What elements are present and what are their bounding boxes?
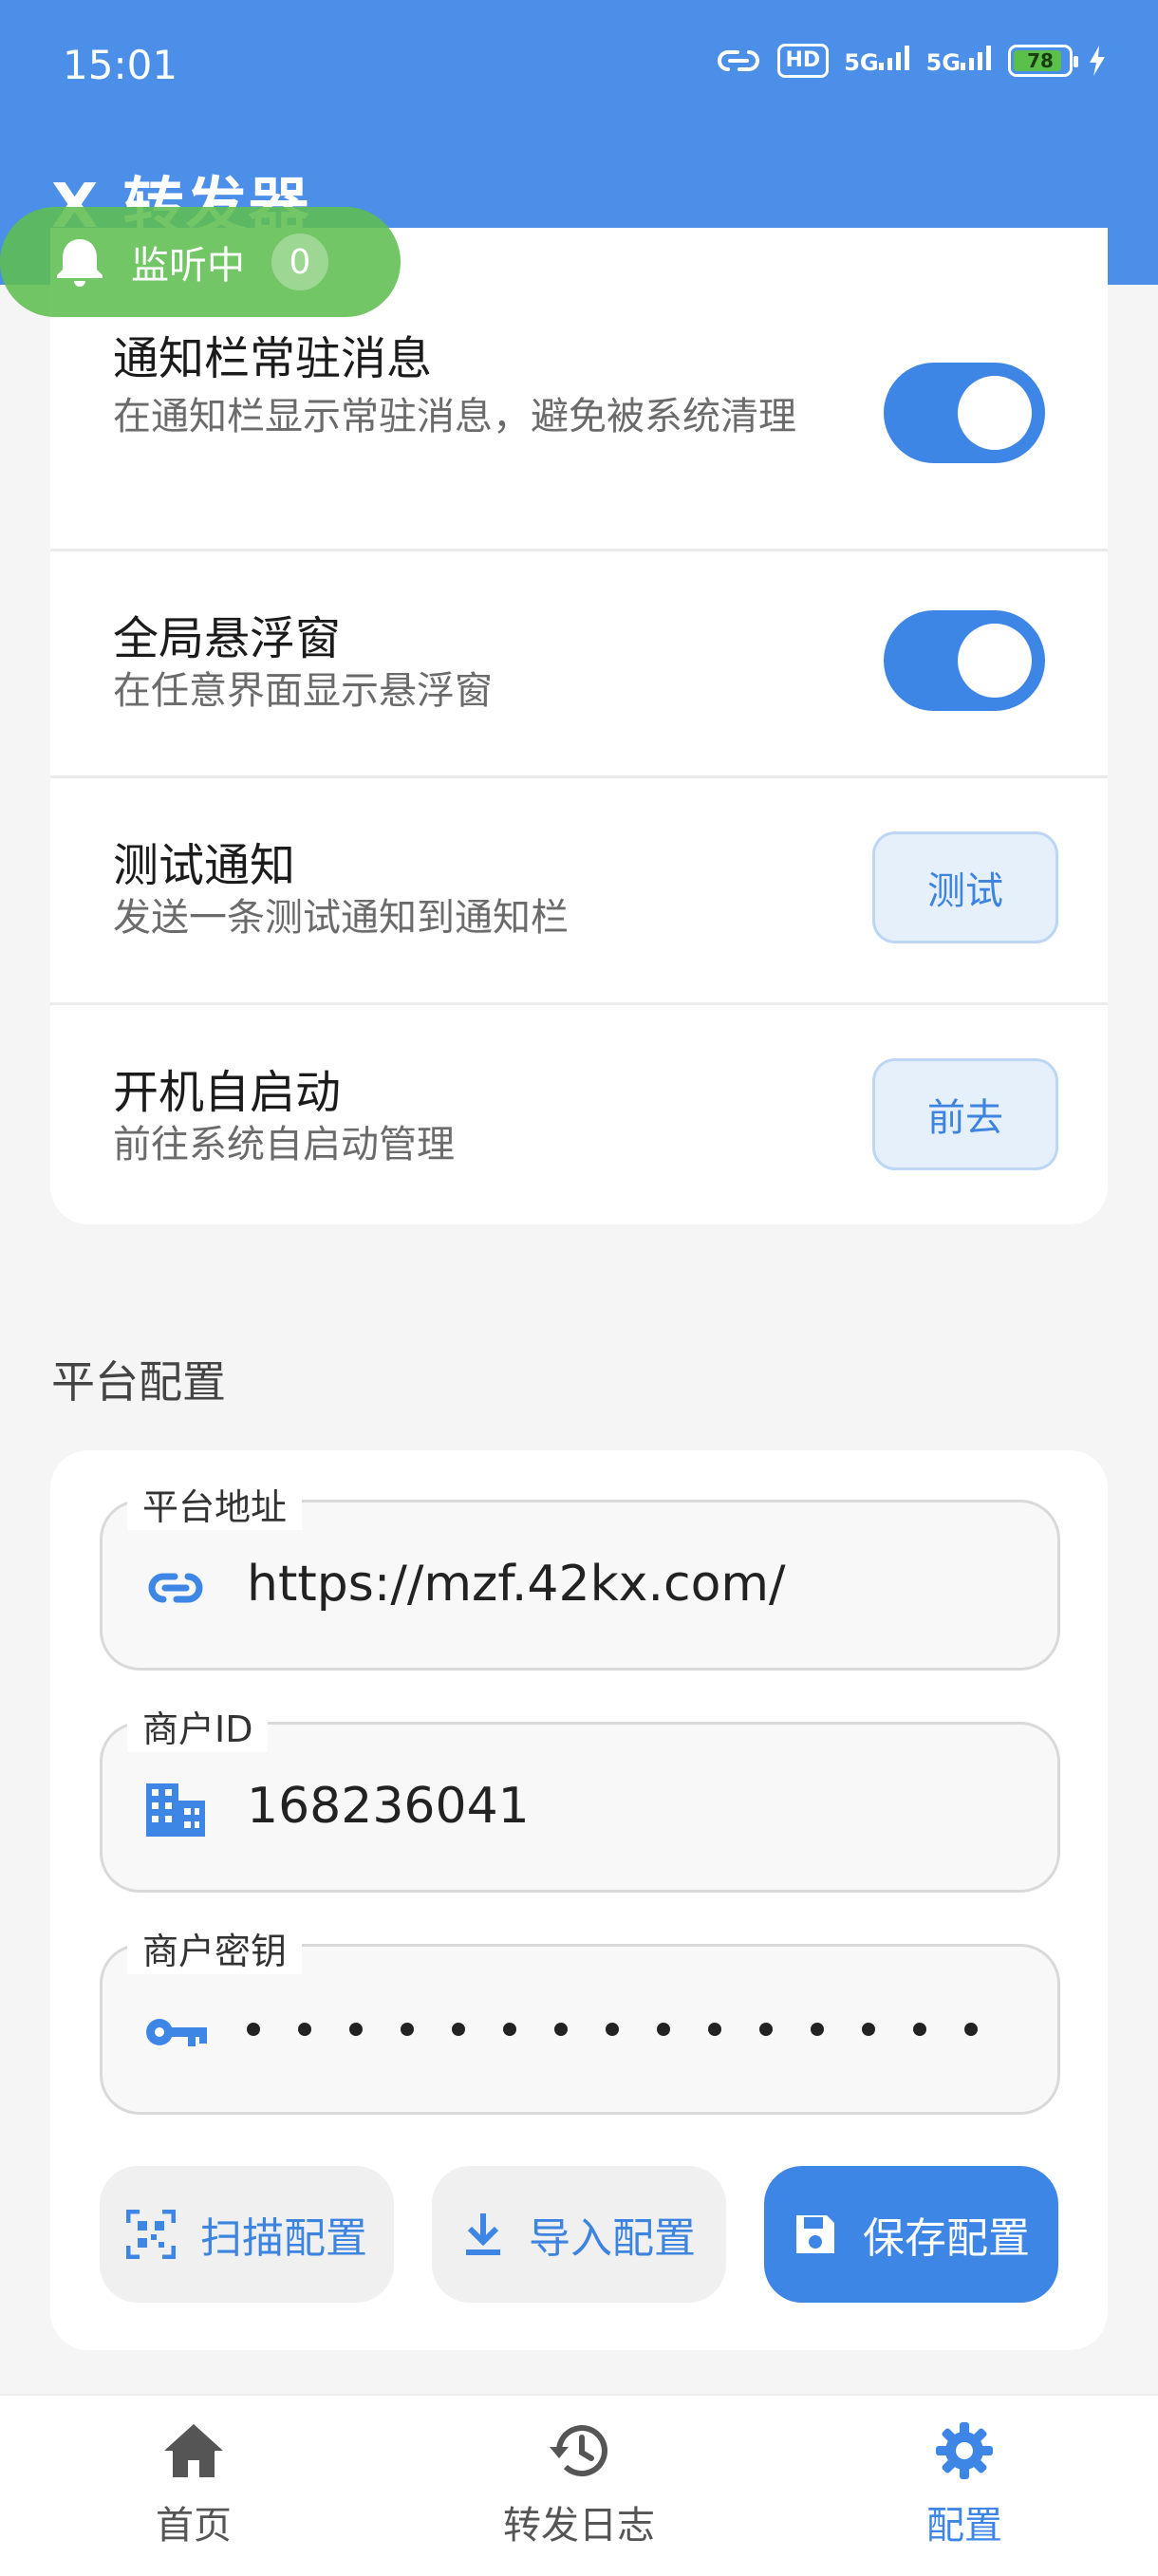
setting-row-autostart: 开机自启动 前往系统自启动管理 前去	[50, 1005, 1108, 1224]
setting-title: 测试通知	[113, 839, 296, 892]
platform-url-field[interactable]: 平台地址 https://mzf.42kx.com/	[100, 1478, 1060, 1671]
link-icon	[148, 1573, 203, 1603]
nav-config[interactable]: 配置	[822, 2420, 1107, 2549]
floating-window-toggle[interactable]	[884, 610, 1045, 711]
key-icon	[146, 2019, 207, 2046]
battery-indicator: 78	[1008, 45, 1078, 77]
setting-row-floating-window: 全局悬浮窗 在任意界面显示悬浮窗	[50, 551, 1108, 775]
merchant-id-field[interactable]: 商户ID 168236041	[100, 1700, 1060, 1893]
gear-icon	[936, 2422, 993, 2479]
scan-config-button[interactable]: 扫描配置	[100, 2166, 394, 2303]
field-label: 商户ID	[127, 1700, 269, 1752]
setting-desc: 前往系统自启动管理	[113, 1123, 455, 1167]
merchant-id-value: 168236041	[247, 1778, 530, 1835]
nav-forward-log[interactable]: 转发日志	[437, 2420, 721, 2549]
platform-config-card: 平台地址 https://mzf.42kx.com/ 商户ID 16823604…	[50, 1450, 1108, 2350]
scan-config-label: 扫描配置	[200, 2214, 367, 2263]
download-icon	[466, 2213, 500, 2255]
listening-label: 监听中	[131, 244, 245, 288]
mask-dot	[401, 2023, 414, 2036]
mask-dot	[503, 2023, 516, 2036]
bell-icon	[57, 239, 103, 287]
bottom-navigation: 首页 转发日志 配置	[0, 2394, 1158, 2576]
nav-label: 首页	[156, 2504, 232, 2548]
merchant-key-masked	[247, 2004, 978, 2036]
listening-count-badge: 0	[271, 233, 328, 290]
save-icon	[796, 2215, 834, 2253]
status-time: 15:01	[63, 42, 178, 88]
signal-bars-icon	[961, 46, 991, 70]
history-icon	[550, 2425, 607, 2477]
mask-dot	[452, 2023, 465, 2036]
import-config-button[interactable]: 导入配置	[432, 2166, 726, 2303]
mask-dot	[298, 2023, 311, 2036]
setting-row-test-notification: 测试通知 发送一条测试通知到通知栏 测试	[50, 778, 1108, 1002]
field-label: 平台地址	[127, 1478, 303, 1530]
section-title-platform: 平台配置	[51, 1356, 226, 1408]
mask-dot	[606, 2023, 619, 2036]
settings-card: 通知栏常驻消息 在通知栏显示常驻消息，避免被系统清理 全局悬浮窗 在任意界面显示…	[50, 228, 1108, 1224]
persistent-notification-toggle[interactable]	[884, 363, 1045, 463]
mask-dot	[811, 2023, 824, 2036]
signal-5g-2: 5G	[926, 46, 993, 76]
mask-dot	[913, 2023, 926, 2036]
field-label: 商户密钥	[127, 1922, 303, 1974]
nav-label: 转发日志	[503, 2504, 655, 2548]
charging-icon	[1090, 46, 1105, 76]
signal-bars-icon	[878, 46, 909, 70]
go-autostart-button[interactable]: 前去	[872, 1058, 1058, 1170]
mask-dot	[708, 2023, 721, 2036]
setting-desc: 在通知栏显示常驻消息，避免被系统清理	[113, 395, 796, 439]
setting-desc: 发送一条测试通知到通知栏	[113, 896, 569, 940]
link-status-icon	[717, 50, 759, 71]
import-config-label: 导入配置	[529, 2214, 696, 2263]
mask-dot	[554, 2023, 568, 2036]
mask-dot	[964, 2023, 978, 2036]
nav-home[interactable]: 首页	[51, 2420, 336, 2549]
signal-5g-1: 5G	[844, 46, 910, 76]
mask-dot	[862, 2023, 875, 2036]
building-icon	[146, 1783, 205, 1837]
setting-desc: 在任意界面显示悬浮窗	[113, 669, 493, 713]
home-icon	[164, 2424, 223, 2477]
setting-title: 开机自启动	[113, 1066, 342, 1119]
mask-dot	[247, 2023, 260, 2036]
setting-title: 全局悬浮窗	[113, 612, 342, 665]
mask-dot	[349, 2023, 363, 2036]
nav-label: 配置	[926, 2504, 1002, 2548]
mask-dot	[759, 2023, 773, 2036]
setting-title: 通知栏常驻消息	[113, 332, 433, 385]
mask-dot	[657, 2023, 670, 2036]
platform-url-value: https://mzf.42kx.com/	[247, 1556, 786, 1613]
hd-badge: HD	[776, 44, 830, 78]
test-button[interactable]: 测试	[872, 831, 1058, 943]
merchant-key-field[interactable]: 商户密钥	[100, 1922, 1060, 2115]
save-config-label: 保存配置	[863, 2214, 1030, 2263]
status-icons: HD 5G 5G 78	[715, 44, 1108, 78]
qr-scan-icon	[126, 2210, 176, 2259]
listening-status-pill[interactable]: 监听中 0	[0, 207, 401, 317]
save-config-button[interactable]: 保存配置	[764, 2166, 1058, 2303]
